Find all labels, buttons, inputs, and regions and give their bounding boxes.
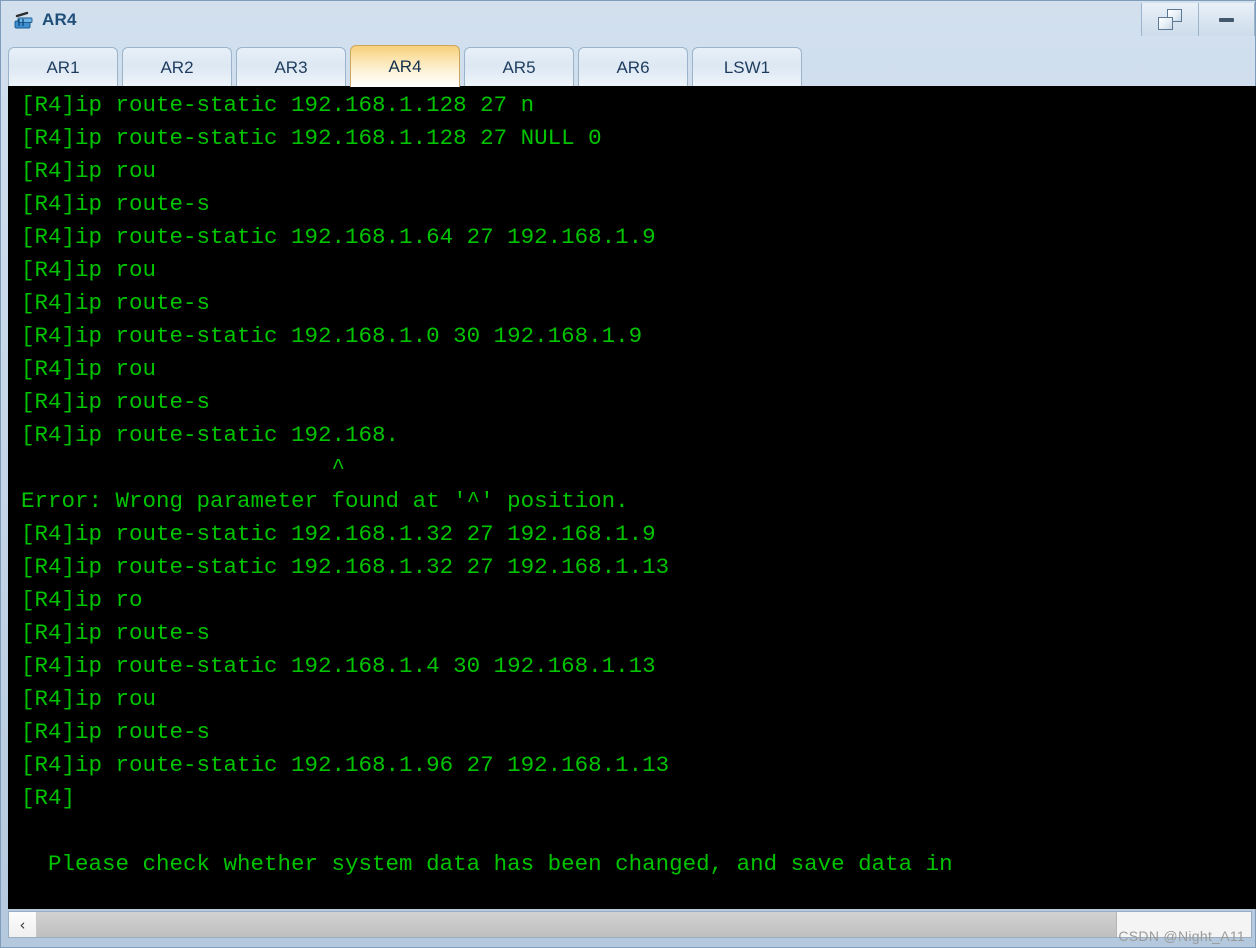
- tab-ar6[interactable]: AR6: [578, 47, 688, 87]
- terminal-line: [R4]ip route-static 192.168.1.32 27 192.…: [21, 554, 670, 580]
- horizontal-scrollbar[interactable]: ‹: [8, 911, 1252, 938]
- terminal-line: [R4]ip route-static 192.168.1.128 27 n: [21, 92, 535, 118]
- terminal-line: Please check whether system data has bee…: [21, 851, 953, 877]
- scrollbar-thumb[interactable]: [37, 912, 1118, 937]
- terminal-line: [R4]ip route-static 192.168.1.64 27 192.…: [21, 224, 656, 250]
- terminal-line: [R4]ip route-s: [21, 191, 211, 217]
- tab-label: AR1: [46, 57, 80, 77]
- terminal-line: [R4]ip rou: [21, 356, 157, 382]
- tab-label: AR4: [388, 56, 422, 76]
- terminal-line: [R4]ip route-static 192.168.1.4 30 192.1…: [21, 653, 656, 679]
- terminal-line: [R4]ip rou: [21, 257, 157, 283]
- tab-strip: AR1 AR2 AR3 AR4 AR5 AR6 LSW1: [1, 38, 1255, 87]
- terminal-line: [R4]ip ro: [21, 587, 143, 613]
- terminal-line: [R4]ip route-static 192.168.: [21, 422, 400, 448]
- router-icon: [13, 10, 35, 32]
- terminal-line: [R4]ip route-static 192.168.1.0 30 192.1…: [21, 323, 643, 349]
- title-bar-left: AR4: [1, 9, 1141, 31]
- window-title: AR4: [42, 9, 77, 29]
- tab-label: AR3: [274, 57, 308, 77]
- tab-ar2[interactable]: AR2: [122, 47, 232, 87]
- terminal-panel: [R4]ip route-static 192.168.1.128 27 n [R…: [8, 86, 1256, 909]
- emulator-window: AR4 AR1 AR2 AR3 AR4 AR5 AR6 LSW1 [R4]ip route-…: [0, 0, 1256, 948]
- tab-label: AR2: [160, 57, 194, 77]
- tab-ar3[interactable]: AR3: [236, 47, 346, 87]
- tab-ar1[interactable]: AR1: [8, 47, 118, 87]
- terminal-output[interactable]: [R4]ip route-static 192.168.1.128 27 n [R…: [8, 86, 1256, 909]
- terminal-line: [R4]ip route-static 192.168.1.32 27 192.…: [21, 521, 656, 547]
- terminal-line: [R4]: [21, 785, 76, 811]
- terminal-line: [R4]ip route-s: [21, 290, 211, 316]
- terminal-line: [R4]ip route-s: [21, 620, 211, 646]
- terminal-line: [R4]ip route-static 192.168.1.128 27 NUL…: [21, 125, 602, 151]
- terminal-line: [R4]ip route-s: [21, 389, 211, 415]
- terminal-line: ^: [21, 455, 346, 481]
- terminal-line: Error: Wrong parameter found at '^' posi…: [21, 488, 629, 514]
- tab-label: LSW1: [723, 57, 771, 77]
- terminal-line: [R4]ip route-static 192.168.1.96 27 192.…: [21, 752, 670, 778]
- tab-label: AR5: [502, 57, 536, 77]
- tab-ar4[interactable]: AR4: [350, 45, 460, 87]
- terminal-line: [R4]ip rou: [21, 158, 157, 184]
- scrollbar-track[interactable]: [37, 912, 1251, 937]
- restore-icon: [1158, 9, 1182, 30]
- tab-label: AR6: [616, 57, 650, 77]
- tab-ar5[interactable]: AR5: [464, 47, 574, 87]
- minimize-icon: [1219, 17, 1234, 22]
- terminal-line: [R4]ip rou: [21, 686, 157, 712]
- tab-lsw1[interactable]: LSW1: [692, 47, 802, 87]
- scroll-left-button[interactable]: ‹: [9, 912, 37, 937]
- title-bar: AR4: [1, 1, 1255, 38]
- minimize-button[interactable]: [1198, 3, 1255, 36]
- restore-button[interactable]: [1141, 3, 1198, 36]
- terminal-line: [R4]ip route-s: [21, 719, 211, 745]
